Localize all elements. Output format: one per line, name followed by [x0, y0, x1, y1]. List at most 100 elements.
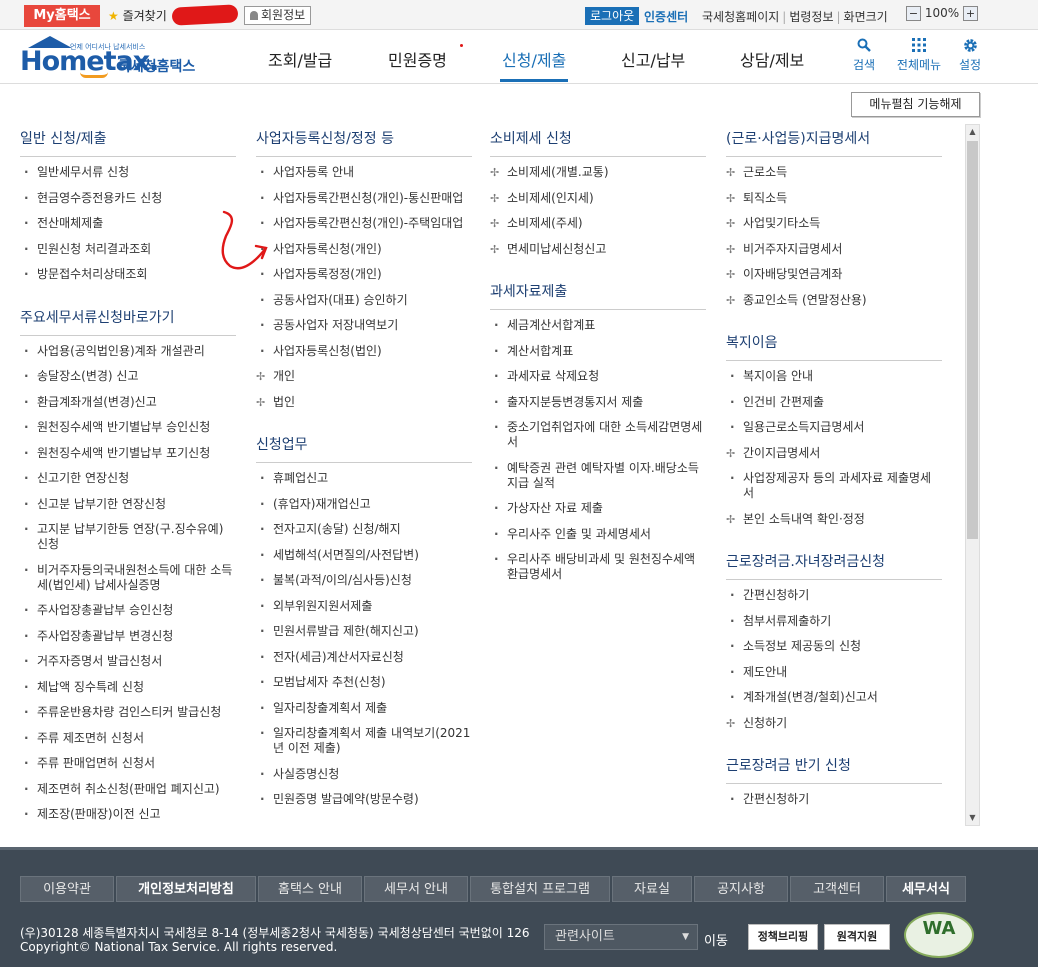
menu-item[interactable]: 휴폐업신고: [256, 471, 472, 486]
nav-inquiry-issue[interactable]: 조회/발급: [268, 47, 332, 71]
scroll-thumb[interactable]: [967, 141, 978, 539]
menu-unfold-toggle-button[interactable]: 메뉴펼침 기능해제: [851, 92, 980, 117]
menu-item[interactable]: 과세자료 삭제요청: [490, 369, 706, 384]
menu-item[interactable]: 소득정보 제공동의 신청: [726, 639, 942, 654]
menu-item[interactable]: 사업자등록간편신청(개인)-통신판매업: [256, 191, 472, 206]
footer-nav-item[interactable]: 통합설치 프로그램: [470, 876, 610, 902]
menu-item[interactable]: 일자리창출계획서 제출 내역보기(2021년 이전 제출): [256, 726, 472, 756]
footer-nav-item[interactable]: 고객센터: [790, 876, 884, 902]
menu-item[interactable]: 간편신청하기: [726, 588, 942, 603]
footer-nav-item[interactable]: 이용약관: [20, 876, 114, 902]
menu-item[interactable]: 사업용(공익법인용)계좌 개설관리: [20, 344, 236, 359]
menu-item[interactable]: 퇴직소득: [726, 191, 942, 206]
menu-item[interactable]: 주사업장총괄납부 변경신청: [20, 629, 236, 644]
menu-item[interactable]: 예탁증권 관련 예탁자별 이자.배당소득 지급 실적: [490, 461, 706, 491]
menu-item[interactable]: 사업자등록신청(법인): [256, 344, 472, 359]
remote-support-link[interactable]: 원격지원: [824, 924, 890, 950]
menu-section-title[interactable]: 과세자료제출: [490, 273, 706, 310]
menu-item[interactable]: 전산매체제출: [20, 216, 236, 231]
menu-section-title[interactable]: 소비제세 신청: [490, 120, 706, 157]
menu-section-title[interactable]: 일반 신청/제출: [20, 120, 236, 157]
law-info-link[interactable]: 법령정보: [789, 10, 833, 24]
menu-item[interactable]: 가상자산 자료 제출: [490, 501, 706, 516]
menu-item[interactable]: 사실증명신청: [256, 767, 472, 782]
zoom-in-button[interactable]: +: [962, 6, 978, 21]
menu-item[interactable]: 소비제세(주세): [490, 216, 706, 231]
menu-item[interactable]: 소비제세(인지세): [490, 191, 706, 206]
menu-item[interactable]: 외부위원지원서제출: [256, 599, 472, 614]
menu-item[interactable]: 원천징수세액 반기별납부 승인신청: [20, 420, 236, 435]
menu-scrollbar[interactable]: ▲ ▼: [965, 124, 980, 826]
nts-homepage-link[interactable]: 국세청홈페이지: [702, 10, 779, 24]
menu-item[interactable]: (휴업자)재개업신고: [256, 497, 472, 512]
menu-item[interactable]: 공동사업자 저장내역보기: [256, 318, 472, 333]
menu-item[interactable]: 사업자등록 안내: [256, 165, 472, 180]
menu-section-title[interactable]: 근로장려금.자녀장려금신청: [726, 543, 942, 580]
menu-item[interactable]: 모범납세자 추천(신청): [256, 675, 472, 690]
menu-item[interactable]: 세금계산서합계표: [490, 318, 706, 333]
footer-nav-item[interactable]: 세무서 안내: [364, 876, 468, 902]
menu-item[interactable]: 불복(과적/이의/심사등)신청: [256, 573, 472, 588]
menu-item[interactable]: 주사업장총괄납부 승인신청: [20, 603, 236, 618]
nav-report-pay[interactable]: 신고/납부: [621, 47, 685, 71]
logout-button[interactable]: 로그아웃: [585, 7, 640, 25]
footer-nav-item[interactable]: 자료실: [612, 876, 692, 902]
footer-nav-item[interactable]: 홈택스 안내: [258, 876, 362, 902]
menu-item[interactable]: 일자리창출계획서 제출: [256, 701, 472, 716]
menu-item[interactable]: 전자고지(송달) 신청/해지: [256, 522, 472, 537]
user-info-button[interactable]: 회원정보: [244, 6, 312, 25]
menu-item[interactable]: 인건비 간편제출: [726, 395, 942, 410]
related-sites-select[interactable]: 관련사이트 ▼: [544, 924, 698, 950]
menu-item[interactable]: 우리사주 인출 및 과세명세서: [490, 527, 706, 542]
menu-item[interactable]: 민원신청 처리결과조회: [20, 242, 236, 257]
menu-item[interactable]: 송달장소(변경) 신고: [20, 369, 236, 384]
menu-item[interactable]: 소비제세(개별.교통): [490, 165, 706, 180]
menu-item[interactable]: 원천징수세액 반기별납부 포기신청: [20, 446, 236, 461]
menu-item[interactable]: 일용근로소득지급명세서: [726, 420, 942, 435]
menu-item[interactable]: 면세미납세신청신고: [490, 242, 706, 257]
menu-item[interactable]: 제도안내: [726, 665, 942, 680]
menu-item[interactable]: 계산서합계표: [490, 344, 706, 359]
menu-item[interactable]: 첨부서류제출하기: [726, 614, 942, 629]
menu-section-title[interactable]: 사업자등록신청/정정 등: [256, 120, 472, 157]
menu-item[interactable]: 거주자증명서 발급신청서: [20, 654, 236, 669]
menu-item[interactable]: 개인: [256, 369, 472, 384]
menu-section-title[interactable]: 근로장려금 반기 신청: [726, 747, 942, 784]
menu-item[interactable]: 비거주자지급명세서: [726, 242, 942, 257]
menu-item[interactable]: 전자(세금)계산서자료신청: [256, 650, 472, 665]
menu-item[interactable]: 사업장제공자 등의 과세자료 제출명세서: [726, 471, 942, 501]
menu-item[interactable]: 사업자등록정정(개인): [256, 267, 472, 282]
favorites-link[interactable]: ★ 즐겨찾기: [108, 7, 167, 24]
menu-item[interactable]: 중소기업취업자에 대한 소득세감면명세서: [490, 420, 706, 450]
menu-item[interactable]: 간이지급명세서: [726, 446, 942, 461]
menu-item[interactable]: 사업및기타소득: [726, 216, 942, 231]
menu-item[interactable]: 제조면허 취소신청(판매업 폐지신고): [20, 782, 236, 797]
menu-item[interactable]: 계좌개설(변경/철회)신고서: [726, 690, 942, 705]
menu-item[interactable]: 일반세무서류 신청: [20, 165, 236, 180]
footer-nav-item[interactable]: 개인정보처리방침: [116, 876, 256, 902]
menu-item[interactable]: 공동사업자(대표) 승인하기: [256, 293, 472, 308]
menu-item[interactable]: 신고기한 연장신청: [20, 471, 236, 486]
go-button[interactable]: 이동: [704, 930, 728, 949]
menu-item[interactable]: 출자지분등변경통지서 제출: [490, 395, 706, 410]
menu-item[interactable]: 주류 판매업면허 신청서: [20, 756, 236, 771]
menu-section-title[interactable]: 복지이음: [726, 324, 942, 361]
menu-section-title[interactable]: 주요세무서류신청바로가기: [20, 299, 236, 336]
my-hometax-button[interactable]: My홈택스: [24, 5, 100, 27]
menu-item[interactable]: 복지이음 안내: [726, 369, 942, 384]
zoom-out-button[interactable]: −: [906, 6, 921, 21]
menu-item[interactable]: 간편신청하기: [726, 792, 942, 807]
cert-center-link[interactable]: 인증센터: [644, 8, 688, 25]
nav-civil-certificate[interactable]: 민원증명: [388, 47, 447, 71]
footer-nav-item[interactable]: 세무서식: [886, 876, 966, 902]
menu-item[interactable]: 고지분 납부기한등 연장(구.징수유예) 신청: [20, 522, 236, 552]
menu-item[interactable]: 사업자등록간편신청(개인)-주택임대업: [256, 216, 472, 231]
menu-item[interactable]: 신청하기: [726, 716, 942, 731]
scroll-up-arrow[interactable]: ▲: [966, 125, 979, 139]
footer-nav-item[interactable]: 공지사항: [694, 876, 788, 902]
policy-briefing-link[interactable]: 정책브리핑: [748, 924, 818, 950]
settings-button[interactable]: 설정: [956, 38, 984, 73]
menu-item[interactable]: 민원증명 발급예약(방문수령): [256, 792, 472, 807]
scroll-down-arrow[interactable]: ▼: [966, 811, 979, 825]
menu-section-title[interactable]: (근로·사업등)지급명세서: [726, 120, 942, 157]
